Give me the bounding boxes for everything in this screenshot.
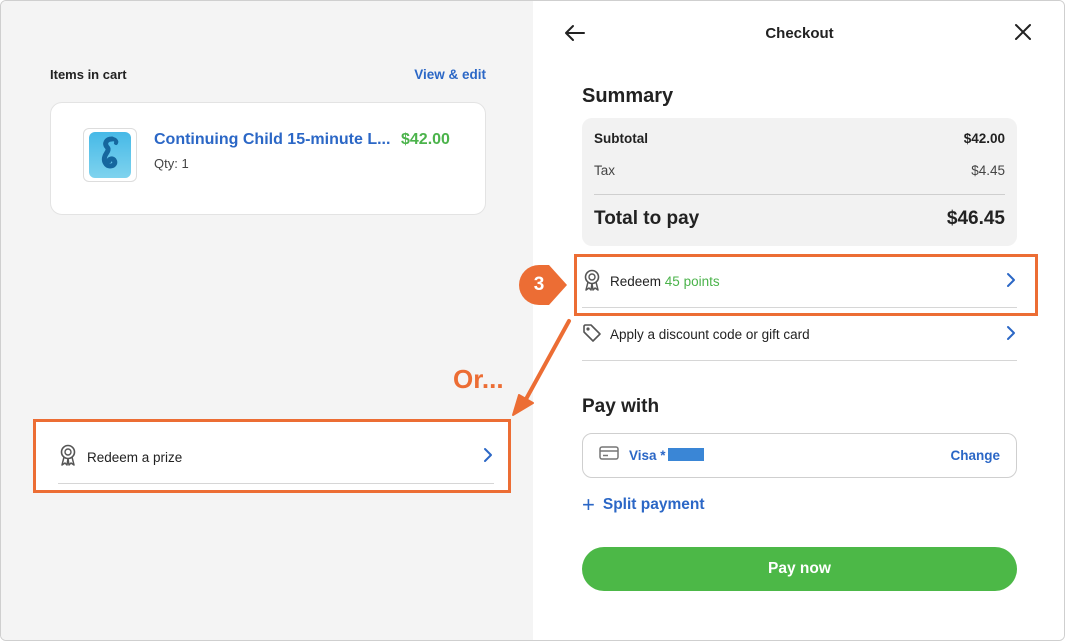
- divider: [594, 194, 1005, 195]
- award-ribbon-icon: [58, 444, 78, 471]
- pay-now-button[interactable]: Pay now: [582, 547, 1017, 591]
- redeem-prize-row[interactable]: Redeem a prize: [58, 442, 494, 472]
- divider: [582, 360, 1017, 361]
- redeem-prize-label: Redeem a prize: [87, 449, 183, 465]
- tax-row: Tax $4.45: [594, 163, 1005, 178]
- divider: [58, 483, 494, 484]
- discount-code-row[interactable]: Apply a discount code or gift card: [582, 319, 1017, 349]
- cart-title: Items in cart: [50, 67, 127, 82]
- item-thumbnail: [83, 128, 137, 182]
- cart-panel: Items in cart View & edit Continuing Chi…: [1, 1, 533, 640]
- tag-icon: [582, 323, 602, 346]
- split-payment-label: Split payment: [602, 496, 705, 513]
- summary-box: Subtotal $42.00 Tax $4.45 Total to pay $…: [582, 118, 1017, 246]
- credit-card-icon: [599, 445, 619, 466]
- card-brand: Visa *: [629, 448, 666, 463]
- page-title: Checkout: [765, 25, 834, 42]
- item-name[interactable]: Continuing Child 15-minute L...: [154, 131, 392, 149]
- split-payment-link[interactable]: + Split payment: [582, 493, 705, 517]
- redeem-prize-highlight: Redeem a prize: [33, 419, 511, 493]
- card-label: Visa *: [629, 448, 704, 463]
- cart-item-card: Continuing Child 15-minute L... $42.00 Q…: [50, 102, 486, 215]
- total-label: Total to pay: [594, 208, 700, 229]
- or-annotation-label: Or...: [453, 364, 504, 394]
- close-button[interactable]: [1012, 21, 1034, 48]
- subtotal-row: Subtotal $42.00: [594, 131, 1005, 146]
- plus-icon: +: [582, 492, 595, 517]
- summary-title: Summary: [582, 85, 674, 107]
- card-number-redaction: [667, 448, 704, 461]
- item-qty: Qty: 1: [154, 156, 189, 171]
- pay-with-title: Pay with: [582, 396, 660, 417]
- chevron-right-icon: [482, 447, 494, 468]
- total-value: $46.45: [946, 208, 1005, 229]
- tax-value: $4.45: [971, 163, 1005, 178]
- chevron-right-icon: [1005, 325, 1017, 344]
- view-edit-link[interactable]: View & edit: [414, 67, 486, 82]
- item-price: $42.00: [401, 131, 450, 148]
- subtotal-label: Subtotal: [594, 131, 648, 146]
- step-number-badge: 3: [533, 274, 545, 295]
- seahorse-logo-icon: [89, 132, 131, 178]
- close-icon: [1012, 24, 1034, 47]
- total-row: Total to pay $46.45: [594, 208, 1005, 230]
- redeem-points-highlight: [574, 254, 1038, 316]
- tax-label: Tax: [594, 163, 616, 178]
- cart-header: Items in cart View & edit: [50, 67, 486, 82]
- payment-card-field: Visa * Change: [582, 433, 1017, 478]
- discount-code-label: Apply a discount code or gift card: [610, 326, 810, 342]
- checkout-window: Items in cart View & edit Continuing Chi…: [0, 0, 1065, 641]
- subtotal-value: $42.00: [963, 131, 1005, 146]
- change-card-link[interactable]: Change: [950, 448, 1000, 463]
